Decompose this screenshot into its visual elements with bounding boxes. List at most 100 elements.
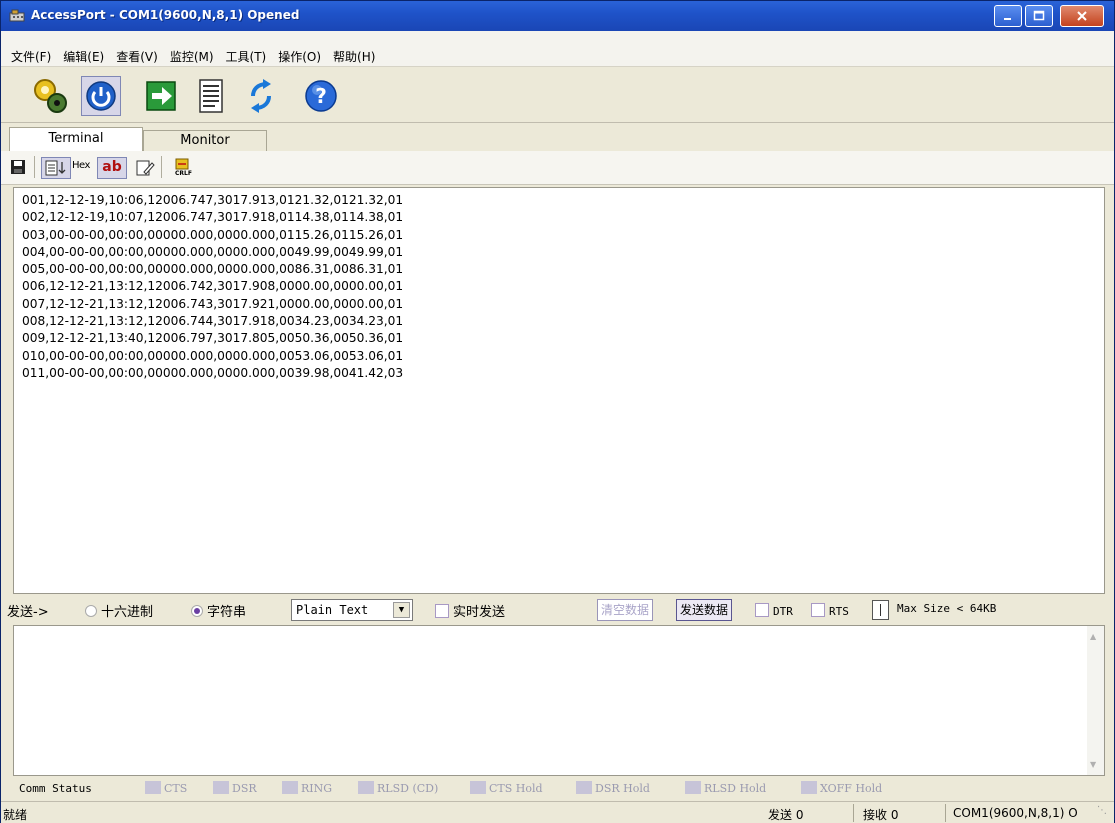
menu-operate[interactable]: 操作(O) <box>278 48 321 65</box>
tab-bar: Terminal Monitor <box>1 123 1114 151</box>
led-icon <box>470 781 486 794</box>
text-display-button[interactable]: ab <box>97 157 127 179</box>
menu-tools[interactable]: 工具(T) <box>226 48 267 65</box>
edit-button[interactable] <box>135 158 155 178</box>
rts-box[interactable] <box>811 603 825 617</box>
led-icon <box>213 781 229 794</box>
rlsd-label: RLSD (CD) <box>377 782 439 795</box>
hex-radio[interactable]: 十六进制 <box>85 601 153 620</box>
dtr-box[interactable] <box>755 603 769 617</box>
xoff-hold-label: XOFF Hold <box>820 782 883 795</box>
resize-grip-icon[interactable]: ⋱ <box>1097 805 1107 816</box>
scroll-lock-icon <box>45 160 66 176</box>
svg-text:?: ? <box>315 84 327 108</box>
toolbar-divider <box>161 156 162 178</box>
send-label: 发送-> <box>7 605 49 620</box>
terminal-line: 011,00-00-00,00:00,00000.000,0000.000,00… <box>22 365 404 380</box>
tab-terminal[interactable]: Terminal <box>9 127 143 151</box>
edit-icon <box>136 160 155 176</box>
dsr-hold-label: DSR Hold <box>595 782 650 795</box>
hex-display-button[interactable]: Hex <box>72 160 90 180</box>
xoff-hold-indicator: XOFF Hold <box>801 781 882 795</box>
rlsd-hold-indicator: RLSD Hold <box>685 781 766 795</box>
dsr-label: DSR <box>232 782 257 795</box>
comm-status-bar: Comm Status CTS DSR RING RLSD (CD) CTS H… <box>1 777 1114 799</box>
realtime-send-checkbox[interactable]: 实时发送 <box>435 601 505 620</box>
send-data-button[interactable]: 发送数据 <box>676 599 733 621</box>
status-bar: 就绪 发送 0 接收 0 COM1(9600,N,8,1) O ⋱ <box>1 801 1114 823</box>
max-size-toggle[interactable] <box>872 600 889 620</box>
realtime-send-box[interactable] <box>435 604 449 618</box>
hex-radio-dot[interactable] <box>85 605 97 617</box>
led-icon <box>145 781 161 794</box>
terminal-output[interactable]: 001,12-12-19,10:06,12006.747,3017.913,01… <box>13 187 1105 594</box>
title-bar[interactable]: AccessPort - COM1(9600,N,8,1) Opened <box>1 1 1114 31</box>
close-button[interactable] <box>1060 5 1104 27</box>
string-radio-dot[interactable] <box>191 605 203 617</box>
send-bar: 发送-> 十六进制 字符串 实时发送 DTR RTS Max Size < 64… <box>1 595 1114 625</box>
help-icon: ? <box>305 80 337 112</box>
ring-indicator: RING <box>282 781 332 795</box>
toolbar-divider <box>34 156 35 178</box>
crlf-label: CRLF <box>175 170 192 177</box>
led-icon <box>801 781 817 794</box>
connect-button[interactable] <box>141 76 181 116</box>
toggle-bar <box>880 604 881 616</box>
led-icon <box>282 781 298 794</box>
string-radio-label: 字符串 <box>207 605 247 620</box>
help-button[interactable]: ? <box>301 76 341 116</box>
save-button[interactable] <box>9 158 27 178</box>
auto-scroll-button[interactable] <box>41 157 71 179</box>
arrow-right-icon <box>146 81 176 111</box>
terminal-line: 004,00-00-00,00:00,00000.000,0000.000,00… <box>22 244 404 259</box>
menu-file[interactable]: 文件(F) <box>11 48 51 65</box>
clear-data-button[interactable]: 清空数据 <box>597 599 654 621</box>
rts-label: RTS <box>829 605 849 618</box>
rts-checkbox[interactable]: RTS <box>811 603 849 618</box>
refresh-button[interactable] <box>241 76 281 116</box>
window-title: AccessPort - COM1(9600,N,8,1) Opened <box>31 8 300 22</box>
ready-status: 就绪 <box>3 808 28 822</box>
status-divider <box>853 804 854 822</box>
terminal-line: 002,12-12-19,10:07,12006.747,3017.918,01… <box>22 210 404 225</box>
terminal-line: 003,00-00-00,00:00,00000.000,0000.000,01… <box>22 227 404 242</box>
settings-button[interactable] <box>31 76 71 116</box>
terminal-toolbar: Hex ab CRLF <box>1 151 1114 185</box>
dsr-indicator: DSR <box>213 781 257 795</box>
port-status: COM1(9600,N,8,1) O <box>953 806 1078 820</box>
tab-monitor[interactable]: Monitor <box>143 130 267 151</box>
send-input-area[interactable]: ▲ ▼ <box>13 625 1105 776</box>
minimize-button[interactable] <box>994 5 1022 27</box>
app-window: AccessPort - COM1(9600,N,8,1) Opened 文件(… <box>0 0 1115 823</box>
dtr-checkbox[interactable]: DTR <box>755 603 793 618</box>
refresh-icon <box>251 79 271 113</box>
floppy-disk-icon <box>11 160 25 174</box>
crlf-button[interactable]: CRLF <box>173 158 193 178</box>
led-icon <box>685 781 701 794</box>
menu-view[interactable]: 查看(V) <box>116 48 158 65</box>
format-select[interactable]: Plain Text ▼ <box>291 599 413 621</box>
terminal-line: 005,00-00-00,00:00,00000.000,0000.000,00… <box>22 262 404 277</box>
dtr-label: DTR <box>773 605 793 618</box>
menu-edit[interactable]: 编辑(E) <box>63 48 104 65</box>
string-radio[interactable]: 字符串 <box>191 601 246 620</box>
scroll-up-icon[interactable]: ▲ <box>1090 632 1096 641</box>
rlsd-hold-label: RLSD Hold <box>704 782 767 795</box>
power-icon <box>86 81 116 111</box>
terminal-line: 001,12-12-19,10:06,12006.747,3017.913,01… <box>22 193 404 207</box>
hex-radio-label: 十六进制 <box>101 605 154 620</box>
menu-monitor[interactable]: 监控(M) <box>170 48 214 65</box>
chevron-down-icon[interactable]: ▼ <box>393 602 410 618</box>
maximize-button[interactable] <box>1025 5 1053 27</box>
scroll-down-icon[interactable]: ▼ <box>1090 760 1096 769</box>
terminal-line: 008,12-12-21,13:12,12006.744,3017.918,00… <box>22 314 404 329</box>
realtime-send-label: 实时发送 <box>453 605 506 620</box>
menu-help[interactable]: 帮助(H) <box>333 48 375 65</box>
settings-gears-icon <box>34 79 67 113</box>
serial-port-icon <box>9 9 25 22</box>
send-area-scrollbar[interactable]: ▲ ▼ <box>1087 626 1104 775</box>
terminal-line: 006,12-12-21,13:12,12006.742,3017.908,00… <box>22 279 404 294</box>
log-button[interactable] <box>191 76 231 116</box>
power-button[interactable] <box>81 76 121 116</box>
max-size-label: Max Size < 64KB <box>897 602 997 615</box>
